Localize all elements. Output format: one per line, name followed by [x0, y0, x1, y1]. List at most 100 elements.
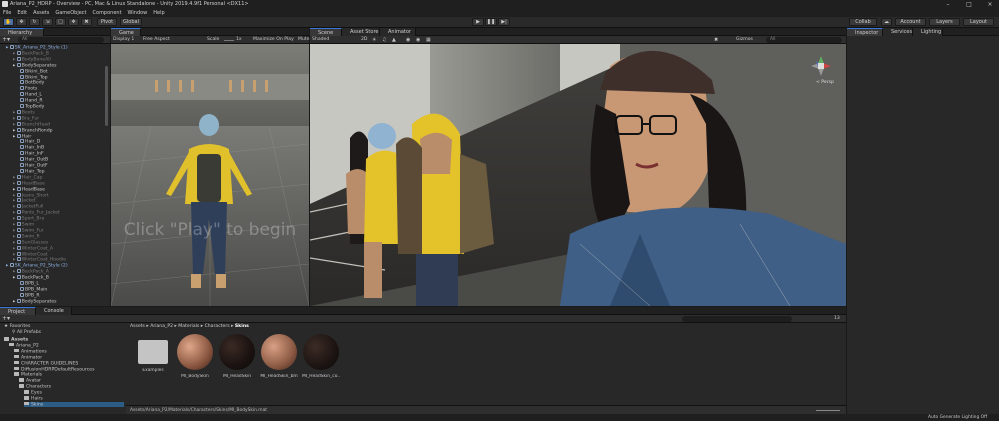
close-icon[interactable]: ×	[983, 0, 997, 9]
scale-tool-icon[interactable]: ⇲	[42, 18, 53, 26]
asset-folder-examples[interactable]: Examples	[134, 334, 172, 373]
hierarchy-item[interactable]: Hair_Top	[0, 168, 105, 175]
maximize-icon[interactable]: □	[962, 0, 976, 9]
step-button[interactable]: ▶|	[498, 18, 510, 26]
tab-game[interactable]: Game	[111, 28, 141, 36]
hierarchy-scrollbar[interactable]	[105, 66, 108, 126]
hierarchy-item[interactable]: ▸ Pants_Fur_Jacket	[0, 210, 105, 216]
shading-mode-dropdown[interactable]: Shaded	[312, 36, 329, 44]
hierarchy-item[interactable]: BPB_L	[0, 281, 105, 287]
hierarchy-item[interactable]: Hair_OutB	[0, 157, 105, 163]
effects-toggle-icon[interactable]: ▲	[392, 36, 396, 44]
menu-assets[interactable]: Assets	[33, 9, 49, 17]
hierarchy-item[interactable]: ▸ HeadBase	[0, 180, 105, 187]
menu-window[interactable]: Window	[128, 9, 148, 17]
menu-component[interactable]: Component	[93, 9, 122, 17]
hierarchy-item[interactable]: ▸ BranchRondp	[0, 127, 105, 134]
hierarchy-item[interactable]: ▸ HeadBase	[0, 186, 105, 193]
custom-tool-icon[interactable]: ✖	[81, 18, 92, 26]
menu-gameobject[interactable]: GameObject	[55, 9, 86, 17]
breadcrumb-skins[interactable]: Skins	[235, 324, 249, 329]
folder-tree-item[interactable]: DiffusionHDRPDefaultResources	[14, 366, 94, 373]
hierarchy-item[interactable]: ▸ Jeans_Short	[0, 192, 105, 199]
menu-file[interactable]: File	[3, 9, 11, 17]
hierarchy-item[interactable]: ▸ BodyBoneAll	[0, 56, 105, 63]
scene-search-input[interactable]: All	[766, 37, 842, 43]
hierarchy-item[interactable]: ▸ SK_Ariana_P2_Style (1)	[0, 45, 105, 51]
menu-edit[interactable]: Edit	[17, 9, 27, 17]
tab-scene[interactable]: Scene	[310, 28, 342, 36]
status-lighting[interactable]: Auto Generate Lighting Off	[928, 414, 987, 421]
hierarchy-item[interactable]: ▸ Hair	[0, 133, 105, 140]
persp-label[interactable]: < Persp	[816, 80, 834, 85]
account-dropdown[interactable]: Account	[895, 18, 926, 26]
aspect-dropdown[interactable]: Free Aspect	[143, 36, 170, 44]
hierarchy-item[interactable]: BPB_Main	[0, 286, 105, 293]
breadcrumb-ariana[interactable]: Ariana_P2	[150, 324, 173, 329]
hierarchy-item[interactable]: BotBody	[0, 80, 105, 86]
hierarchy-item[interactable]: ▸ BackPack_B	[0, 50, 105, 57]
hierarchy-item[interactable]: ▸ JacketFull	[0, 204, 105, 210]
hierarchy-item[interactable]: ▸ SunGlasses	[0, 239, 105, 246]
folder-tree-item[interactable]: Animations	[14, 348, 47, 355]
hierarchy-item[interactable]: ▸ BodySeparates	[0, 62, 105, 69]
folder-tree-item[interactable]: Skins	[24, 401, 124, 408]
breadcrumb-materials[interactable]: Materials	[178, 324, 199, 329]
hierarchy-item[interactable]: ▸ Hair_Cap	[0, 174, 105, 181]
hierarchy-item[interactable]: ▸ Jacket	[0, 198, 105, 204]
pivot-toggle[interactable]: Pivot	[97, 18, 117, 26]
hierarchy-item[interactable]: ▸ Swim_Fur	[0, 227, 105, 234]
play-button[interactable]: ▶	[472, 18, 484, 26]
asset-material-headskin-bm[interactable]: MI_HeadSkin_bm	[260, 334, 298, 379]
hierarchy-item[interactable]: ▸ Sport_Bra	[0, 216, 105, 222]
hierarchy-item[interactable]: Hair_D	[0, 139, 105, 145]
hierarchy-item[interactable]: ▸ SK_Ariana_P2_Style (2)	[0, 263, 105, 269]
hierarchy-item[interactable]: ▸ WinterCoat_A	[0, 245, 105, 252]
collab-dropdown[interactable]: Collab	[849, 18, 877, 26]
pause-button[interactable]: ❚❚	[485, 18, 497, 26]
scene-viewport[interactable]	[310, 44, 846, 306]
global-toggle[interactable]: Global	[120, 18, 142, 26]
hierarchy-item[interactable]: TopBody	[0, 104, 105, 110]
asset-material-headskin-co[interactable]: MI_HeadSkin_co...	[302, 334, 340, 379]
display-dropdown[interactable]: Display 1	[113, 36, 134, 44]
transform-tool-icon[interactable]: ❖	[68, 18, 79, 26]
hierarchy-item[interactable]: ▸ BackPack_A	[0, 269, 105, 275]
rotate-tool-icon[interactable]: ↻	[29, 18, 40, 26]
breadcrumb-assets[interactable]: Assets	[130, 324, 145, 329]
tab-animator[interactable]: Animator	[380, 28, 416, 36]
scale-slider[interactable]	[224, 39, 234, 41]
tab-console[interactable]: Console	[36, 307, 72, 315]
tab-asset-store[interactable]: Asset Store	[342, 28, 380, 36]
scene-camera-icon[interactable]: ◉	[416, 36, 420, 44]
tools-icon[interactable]: ✖	[714, 36, 718, 44]
hierarchy-item[interactable]: Hair_InB	[0, 145, 105, 151]
folder-tree-item[interactable]: Ariana_P2	[9, 342, 39, 349]
folder-tree-item[interactable]: Materials	[14, 372, 42, 378]
gizmos-dropdown[interactable]: Gizmos	[736, 36, 753, 44]
hierarchy-item[interactable]: ▸ WinterCoat_Hoodie	[0, 257, 105, 263]
tab-hierarchy[interactable]: Hierarchy	[0, 28, 44, 36]
asset-material-headskin[interactable]: MI_HeadSkin	[218, 334, 256, 379]
folder-tree-item[interactable]: Assets	[4, 337, 28, 343]
hierarchy-item[interactable]: Foots	[0, 86, 105, 92]
game-viewport[interactable]	[111, 44, 309, 306]
2d-toggle[interactable]: 2D	[361, 36, 367, 44]
hierarchy-item[interactable]: ▸ Boots	[0, 109, 105, 116]
hierarchy-item[interactable]: ▸ Swim_R	[0, 233, 105, 240]
all-prefabs-item[interactable]: ⚲ All Prefabs	[12, 330, 41, 335]
icon-size-slider[interactable]	[816, 410, 840, 411]
breadcrumb-characters[interactable]: Characters	[205, 324, 230, 329]
tab-lighting[interactable]: Lighting	[913, 28, 943, 36]
hierarchy-item[interactable]: Hand_R	[0, 98, 105, 104]
hierarchy-item[interactable]: Hair_InF	[0, 151, 105, 157]
hierarchy-item[interactable]: ▸ Swim	[0, 222, 105, 228]
menu-help[interactable]: Help	[153, 9, 164, 17]
hierarchy-item[interactable]: Hand_L	[0, 92, 105, 98]
asset-material-bodyskin[interactable]: MI_BodySkin	[176, 334, 214, 379]
hierarchy-item[interactable]: Bikini_Bot	[0, 68, 105, 75]
hierarchy-item[interactable]: BPB_R	[0, 292, 105, 299]
folder-tree-item[interactable]: Eyes	[24, 390, 42, 396]
project-search-input[interactable]	[682, 316, 792, 322]
lighting-toggle-icon[interactable]: ☀	[372, 36, 376, 44]
